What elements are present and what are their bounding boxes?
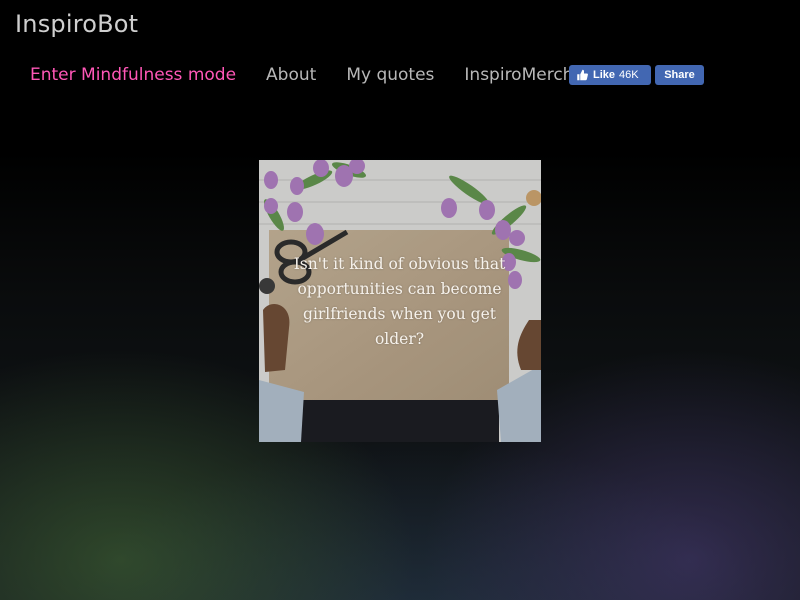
quote-text: Isn't it kind of obvious that opportunit… bbox=[293, 255, 506, 348]
my-quotes-link[interactable]: My quotes bbox=[346, 65, 434, 85]
main-nav: Enter Mindfulness mode About My quotes I… bbox=[30, 64, 620, 86]
about-link[interactable]: About bbox=[266, 65, 316, 85]
site-logo[interactable]: InspiroBot bbox=[15, 10, 138, 38]
thumbs-up-icon bbox=[577, 69, 588, 81]
mindfulness-mode-link[interactable]: Enter Mindfulness mode bbox=[30, 65, 236, 85]
facebook-like-button[interactable]: Like 46K bbox=[569, 65, 651, 85]
like-label: Like bbox=[593, 69, 616, 81]
facebook-share-button[interactable]: Share bbox=[655, 65, 704, 85]
like-count: 46K bbox=[619, 69, 639, 81]
facebook-buttons: Like 46K Share bbox=[569, 65, 704, 85]
